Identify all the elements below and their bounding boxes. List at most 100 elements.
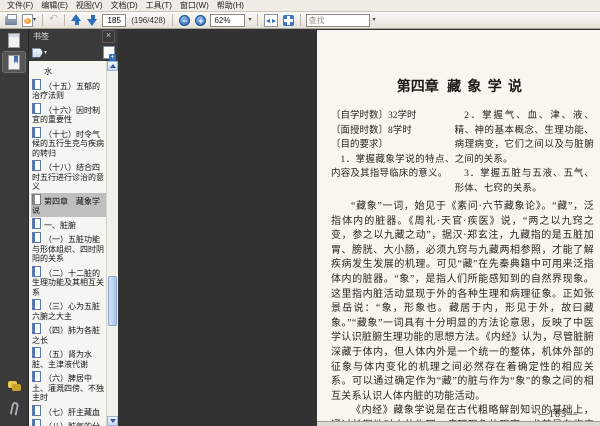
find-input[interactable] <box>305 13 370 27</box>
paperclip-icon <box>9 400 19 416</box>
lecture-hours: 〔面授时数〕8学时 <box>331 125 412 136</box>
pages-panel-button[interactable] <box>3 30 25 50</box>
menu-item[interactable]: 窗口(W) <box>176 0 213 11</box>
comments-icon <box>7 381 21 391</box>
bookmark-label: （十七）时令气候的五行生克与疾病的转归 <box>32 129 104 158</box>
zoom-in-icon: + <box>195 14 207 26</box>
menu-item[interactable]: 工具(T) <box>142 0 176 11</box>
bookmark-label: （一）五脏功能与形体组织、四时阴阳的关系 <box>32 235 104 263</box>
print-button[interactable] <box>4 13 18 27</box>
bookmark-item[interactable]: （十六）因时制宜的重要性 <box>31 102 106 126</box>
bookmark-item[interactable]: （十五）五郁的治疗法则 <box>31 78 106 102</box>
bookmark-page-icon <box>32 193 41 205</box>
panel-close-button[interactable]: × <box>102 29 115 43</box>
bookmark-item[interactable]: （六）脾居中土、灌溉四傍、不独主时 <box>31 370 106 404</box>
document-pane[interactable]: 第四章 藏象学说 〔自学时数〕32学时 〔面授时数〕8学时 〔目的要求〕 1．掌握… <box>118 28 600 426</box>
page-number-input[interactable] <box>102 13 127 27</box>
bookmark-item[interactable]: （一）五脏功能与形体组织、四时阴阳的关系 <box>31 231 106 265</box>
bookmark-item[interactable]: （四）肺为各脏之长 <box>31 322 106 346</box>
bookmark-page-icon <box>32 299 41 310</box>
pdf-reader-window: 文件(F) 编辑(E) 视图(V) 文档(D) 工具(T) 窗口(W) 帮助(H) ▾ ↶ … <box>0 0 600 426</box>
bookmarks-panel-header: 书签 × <box>29 28 118 44</box>
objectives-heading: 〔目的要求〕 <box>331 140 389 150</box>
bookmark-item[interactable]: 第四章 藏象学说 <box>31 192 106 217</box>
pages-icon <box>8 32 20 48</box>
bookmark-item[interactable]: （三）心为五脏六腑之大主 <box>31 298 106 322</box>
requirement-3: 3．掌握五脏与五液、五气、形体、七窍的关系。 <box>454 169 594 194</box>
arrow-up-icon <box>109 64 116 68</box>
scrollbar-thumb[interactable] <box>108 276 117 326</box>
menu-item[interactable]: 帮助(H) <box>213 0 248 11</box>
self-study-hours: 〔自学时数〕32学时 <box>331 111 417 121</box>
toolbar-separator <box>256 14 258 26</box>
bookmark-item[interactable]: （二）十二脏的生理功能及其相互关系 <box>31 265 106 299</box>
body-text: “藏象”一词，始见于《素问·六节藏象论》。“藏”，泛指体内的脏器。《周礼·天官·… <box>331 200 594 426</box>
bookmark-tree: 水 （十五）五郁的治疗法则 （十六）因时制宜的重要性 （十七）时令气候的五行生克… <box>29 61 107 426</box>
comments-panel-button[interactable] <box>3 376 25 396</box>
bookmark-label: （十八）结合四时五行进行诊治的意义 <box>32 163 104 191</box>
chapter-title: 第四章 藏象学说 <box>396 80 529 95</box>
chevron-down-icon: ▾ <box>33 17 37 23</box>
bookmark-label: 水 <box>44 67 52 76</box>
fit-width-button[interactable] <box>263 13 279 27</box>
page-number-label: —185— <box>538 409 578 420</box>
toolbar-separator <box>172 14 174 26</box>
bookmark-label: （三）心为五脏六腑之大主 <box>32 302 100 321</box>
objectives-block: 〔自学时数〕32学时 〔面授时数〕8学时 〔目的要求〕 1．掌握藏象学说的特点、… <box>331 109 594 196</box>
export-button[interactable]: ▾ <box>21 13 37 27</box>
bookmark-label: （六）脾居中土、灌溉四傍、不独主时 <box>32 374 104 402</box>
bookmark-label: 一、脏腑 <box>44 220 76 230</box>
undo-button[interactable]: ↶ <box>48 13 59 27</box>
bookmark-page-icon <box>32 232 41 243</box>
menu-item[interactable]: 视图(V) <box>72 0 107 11</box>
arrow-down-icon <box>87 14 98 26</box>
zoom-in-button[interactable]: + <box>194 13 207 27</box>
bookmark-options-button[interactable]: ▾ <box>32 47 47 58</box>
bookmark-item[interactable]: （十七）时令气候的五行生克与疾病的转归 <box>31 126 106 160</box>
bookmark-item[interactable]: 水 <box>31 63 106 78</box>
menu-item[interactable]: 文档(D) <box>107 0 142 11</box>
bookmark-page-icon <box>32 102 41 114</box>
find-options-caret-icon[interactable]: ▾ <box>373 17 376 23</box>
next-page-button[interactable] <box>86 13 99 27</box>
zoom-level-select[interactable]: 62% <box>210 13 246 27</box>
requirement-1: 1．掌握藏象学说的特点、内容及其指导临床的意义。 <box>331 154 455 180</box>
previous-page-button[interactable] <box>70 13 83 27</box>
fit-width-icon <box>263 13 278 27</box>
expand-current-bookmark-button[interactable] <box>103 46 116 61</box>
toolbar-separator <box>299 14 301 26</box>
scroll-down-button[interactable] <box>107 416 118 426</box>
bookmark-page-icon <box>32 404 41 416</box>
attachments-panel-button[interactable] <box>3 398 25 418</box>
fullscreen-icon <box>282 14 294 26</box>
fullscreen-button[interactable] <box>282 13 295 27</box>
chevron-down-icon[interactable]: ▾ <box>248 17 251 23</box>
arrow-up-icon <box>71 14 82 26</box>
bookmark-page-icon <box>32 78 41 90</box>
bookmarks-panel-button[interactable] <box>2 51 26 73</box>
bookmark-page-icon <box>32 217 41 229</box>
bookmark-page-icon <box>32 419 41 426</box>
bookmark-item[interactable]: （五）肾为水脏、主津液代谢 <box>31 346 106 370</box>
bookmark-page-icon <box>32 160 41 171</box>
zoom-out-button[interactable]: − <box>178 13 191 27</box>
bookmark-item[interactable]: 一、脏腑 <box>31 217 106 232</box>
body-paragraph: “藏象”一词，始见于《素问·六节藏象论》。“藏”，泛指体内的脏器。《周礼·天官·… <box>331 201 594 402</box>
bookmarks-panel: 书签 × ▾ 水 （十五）五郁的治疗法则 （十六）因时制宜的重要性 <box>29 28 118 426</box>
bookmark-label: 第四章 藏象学说 <box>32 196 100 216</box>
bookmark-page-icon <box>32 347 41 358</box>
bookmark-item[interactable]: （十八）结合四时五行进行诊治的意义 <box>31 159 106 193</box>
menu-item[interactable]: 编辑(E) <box>37 0 72 11</box>
bookmark-label: （十五）五郁的治疗法则 <box>32 81 100 101</box>
arrow-down-icon <box>109 419 116 423</box>
bookmark-label: （十六）因时制宜的重要性 <box>32 105 100 125</box>
document-page: 第四章 藏象学说 〔自学时数〕32学时 〔面授时数〕8学时 〔目的要求〕 1．掌握… <box>317 30 600 426</box>
bookmark-item[interactable]: （八）脏气的分布和作用 <box>31 418 106 426</box>
bookmark-item[interactable]: （七）肝主藏血 <box>31 404 106 419</box>
bookmarks-panel-toolbar: ▾ <box>29 44 118 61</box>
menu-item[interactable]: 文件(F) <box>3 0 37 11</box>
bookmark-label: （二）十二脏的生理功能及其相互关系 <box>32 268 104 297</box>
scroll-up-button[interactable] <box>107 61 118 71</box>
bookmark-page-icon <box>32 265 41 277</box>
toolbar-separator <box>42 14 44 26</box>
